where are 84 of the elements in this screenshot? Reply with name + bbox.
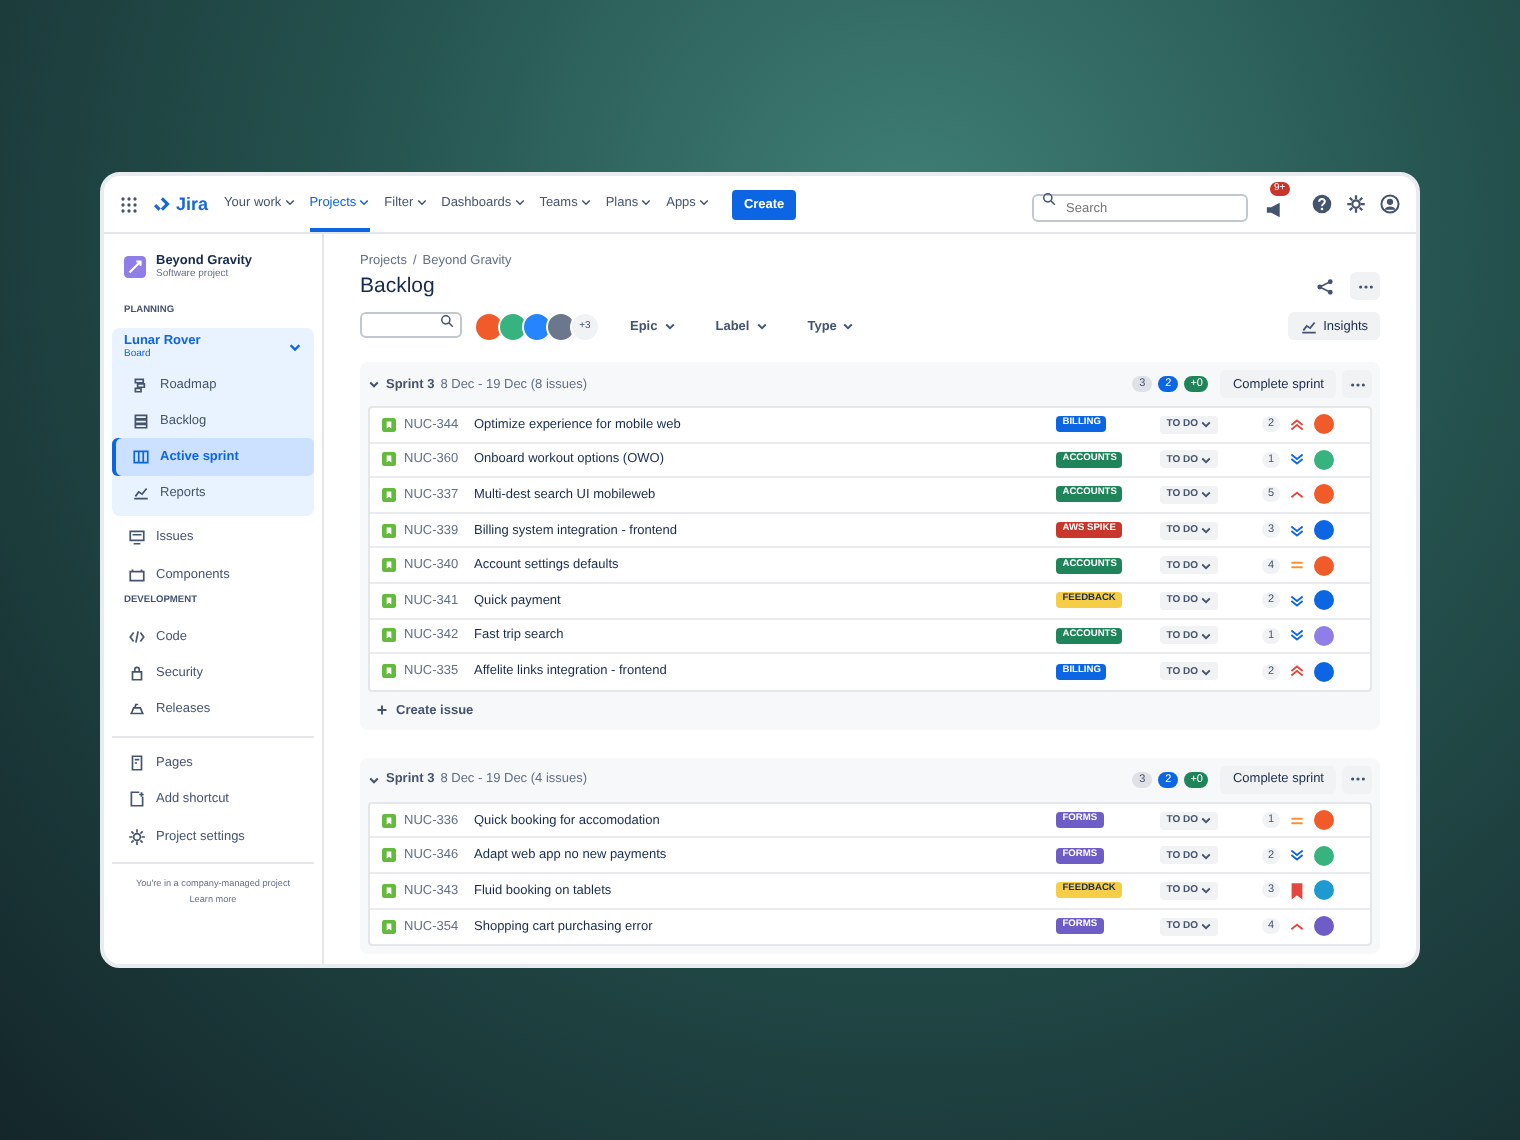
search-icon (1042, 192, 1056, 207)
bookmark-icon (382, 848, 396, 863)
assignee-avatar[interactable] (1314, 661, 1334, 682)
settings-icon[interactable] (1346, 194, 1366, 214)
avatar[interactable] (546, 311, 576, 341)
share-icon[interactable] (1316, 277, 1334, 295)
caret-icon (1200, 814, 1212, 827)
assignee-avatar[interactable] (1314, 414, 1334, 435)
caret-icon (513, 196, 526, 208)
caret-icon (1200, 629, 1212, 642)
megaphone-icon[interactable] (1264, 200, 1284, 220)
caret-icon (1200, 849, 1212, 862)
chart-icon (132, 484, 150, 503)
bookmark-icon (382, 664, 396, 679)
avatar[interactable] (498, 311, 528, 341)
caret-icon (755, 320, 768, 332)
caret-icon (1200, 594, 1212, 607)
caret-icon (640, 196, 653, 208)
caret-icon (1200, 488, 1212, 501)
assignee-avatar[interactable] (1314, 484, 1334, 505)
assignee-avatar[interactable] (1314, 880, 1334, 901)
logo-icon[interactable] (154, 195, 172, 213)
caret-icon (283, 196, 296, 208)
caret-icon (1200, 453, 1212, 466)
more-button[interactable] (1350, 272, 1380, 300)
assignee-avatar[interactable] (1314, 590, 1334, 611)
chevron-icon[interactable] (288, 340, 302, 354)
avatar[interactable] (522, 311, 552, 341)
project-avatar-icon (124, 256, 146, 278)
assignee-avatar[interactable] (1314, 520, 1334, 541)
bookmark-icon (382, 813, 396, 828)
roadmap-icon (132, 375, 150, 394)
bookmark-icon (382, 523, 396, 538)
bookmark-icon (382, 883, 396, 898)
bookmark-icon (382, 487, 396, 502)
monitor-icon (128, 528, 146, 547)
assignee-avatar[interactable] (1314, 810, 1334, 831)
caret-icon (1200, 559, 1212, 572)
profile-icon[interactable] (1380, 194, 1400, 214)
caret-icon (358, 196, 371, 208)
assignee-avatar[interactable] (1314, 555, 1334, 576)
caret-icon (579, 196, 592, 208)
plus-icon (376, 704, 388, 717)
bookmark-icon (382, 593, 396, 608)
bookmark-icon (382, 558, 396, 573)
more-icon (1349, 776, 1365, 783)
assignee-avatar[interactable] (1314, 625, 1334, 646)
assignee-avatar[interactable] (1314, 916, 1334, 937)
lock-icon (128, 663, 146, 682)
add-page-icon (128, 790, 146, 809)
assignee-avatar[interactable] (1314, 449, 1334, 470)
caret-icon (663, 320, 676, 332)
chart-icon (1299, 317, 1318, 335)
chevron-icon[interactable] (368, 378, 380, 390)
caret-icon (842, 320, 855, 332)
caret-icon (415, 196, 428, 208)
caret-icon (1200, 524, 1212, 537)
avatar[interactable] (474, 311, 504, 341)
caret-icon (1200, 884, 1212, 897)
boat-icon (128, 700, 146, 719)
more-icon (1357, 283, 1373, 289)
product-name[interactable]: Jira (176, 194, 209, 214)
chevron-icon[interactable] (368, 773, 380, 786)
page-title: Backlog (360, 274, 437, 298)
search-field[interactable] (360, 312, 462, 338)
page-icon (128, 754, 146, 773)
caret-icon (1200, 665, 1212, 678)
calendar-icon (128, 565, 146, 584)
bookmark-icon (382, 628, 396, 643)
caret-icon (1200, 920, 1212, 933)
bookmark-icon (382, 919, 396, 934)
bookmark-icon (382, 417, 396, 432)
code-icon (128, 627, 146, 646)
gear-icon (128, 827, 146, 846)
search-icon (440, 314, 454, 328)
caret-icon (697, 196, 710, 208)
assignee-avatar[interactable] (1314, 845, 1334, 866)
help-icon[interactable] (1312, 194, 1332, 214)
columns-icon (132, 447, 150, 466)
bookmark-icon (382, 452, 396, 467)
caret-icon (1200, 418, 1212, 431)
list-icon (132, 411, 150, 430)
more-icon (1349, 381, 1365, 387)
app-grid-icon[interactable] (120, 195, 138, 213)
